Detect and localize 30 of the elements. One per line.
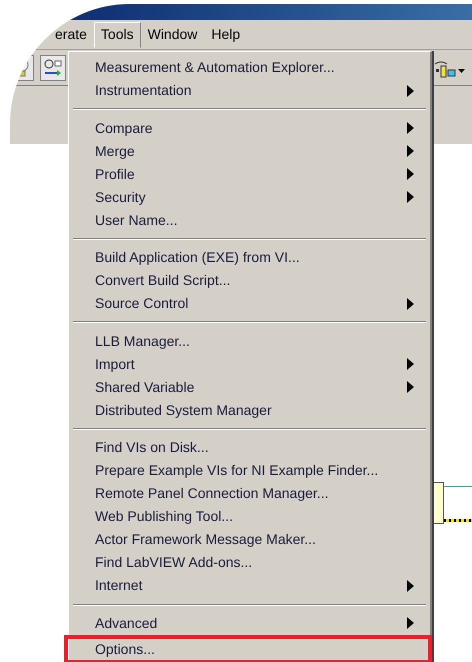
menu-item[interactable]: Window: [140, 22, 204, 48]
menu-item[interactable]: Convert Build Script...: [69, 269, 430, 292]
menu-item[interactable]: Compare: [69, 116, 430, 140]
menu-item[interactable]: Find LabVIEW Add-ons...: [69, 551, 430, 574]
menu-item[interactable]: Tools: [94, 22, 141, 48]
probe-icon[interactable]: [40, 54, 66, 80]
wire: [444, 486, 472, 487]
menu-item[interactable]: Measurement & Automation Explorer...: [69, 56, 430, 79]
wire: [444, 519, 472, 522]
menu-item[interactable]: Advanced: [69, 612, 430, 635]
menu-item[interactable]: Internet: [69, 574, 430, 598]
menu-item[interactable]: Distributed System Manager: [69, 398, 430, 422]
menu-item[interactable]: User Name...: [69, 208, 430, 232]
menu-item[interactable]: LLB Manager...: [69, 330, 430, 353]
menu-item[interactable]: Profile: [69, 162, 430, 186]
menu-item[interactable]: Web Publishing Tool...: [69, 505, 430, 528]
menu-item[interactable]: Prepare Example VIs for NI Example Finder...: [69, 459, 430, 482]
menu-item[interactable]: Source Control: [69, 292, 430, 316]
menu-item[interactable]: Security: [69, 186, 430, 209]
menu-item[interactable]: Remote Panel Connection Manager...: [69, 482, 430, 506]
menu-item[interactable]: Actor Framework Message Maker...: [69, 528, 430, 552]
menu-item[interactable]: Merge: [69, 140, 430, 163]
menu-item[interactable]: Shared Variable: [69, 376, 430, 399]
menu-item[interactable]: erate: [48, 22, 94, 48]
menu-item[interactable]: Help: [204, 22, 248, 48]
menu-item[interactable]: Instrumentation: [69, 79, 430, 102]
menu-item[interactable]: Build Application (EXE) from VI...: [69, 246, 430, 270]
menu-item[interactable]: Options...: [64, 634, 432, 662]
menu-item[interactable]: Import: [69, 352, 430, 376]
menu-item[interactable]: Find VIs on Disk...: [69, 436, 430, 460]
